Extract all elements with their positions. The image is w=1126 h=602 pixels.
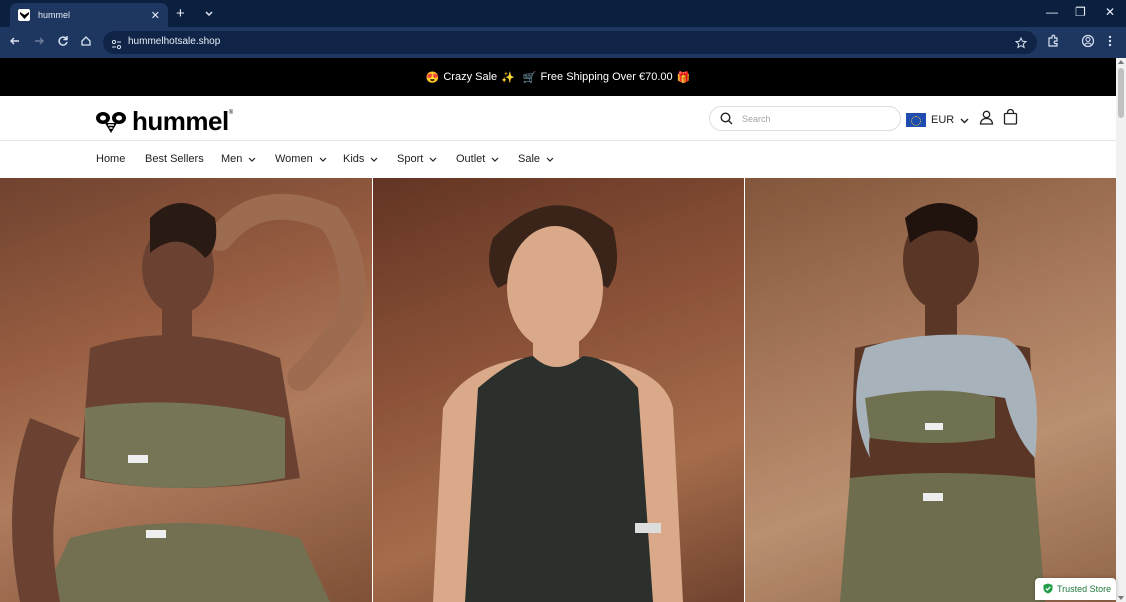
scrollbar-thumb[interactable]: [1118, 68, 1124, 118]
shipping-text: Free Shipping Over €70.00: [540, 71, 673, 83]
search-icon[interactable]: [720, 112, 733, 130]
trusted-store-label: Trusted Store: [1057, 584, 1112, 594]
tab-title: hummel: [38, 10, 71, 20]
menu-item-label: Sport: [397, 153, 424, 165]
trusted-store-badge[interactable]: Trusted Store: [1035, 578, 1116, 600]
menu-item-kids[interactable]: Kids: [343, 153, 378, 165]
account-icon[interactable]: [979, 110, 994, 130]
cart-emoji: 🛒: [522, 71, 537, 84]
chevron-down-icon: [248, 157, 256, 162]
menu-item-home[interactable]: Home: [96, 153, 125, 165]
search-box[interactable]: [709, 106, 901, 131]
model-silhouette: [0, 178, 372, 602]
menu-item-label: Kids: [343, 153, 365, 165]
logo-wordmark: hummel: [132, 106, 229, 136]
home-icon[interactable]: [80, 35, 92, 50]
currency-code: EUR: [931, 114, 955, 126]
profile-icon[interactable]: [1081, 34, 1095, 53]
chevron-down-icon: [960, 111, 969, 129]
browser-tab[interactable]: hummel ✕: [10, 3, 168, 27]
close-window-button[interactable]: ✕: [1105, 5, 1115, 19]
model-silhouette: [373, 178, 744, 602]
hero-photo-woman-jacket-tied[interactable]: [745, 178, 1116, 602]
new-tab-button[interactable]: +: [176, 5, 185, 22]
shield-check-icon: [1043, 583, 1053, 596]
main-menu: Home Best Sellers Men Women Kids Sport O…: [0, 141, 1116, 178]
chevron-down-icon: [429, 157, 437, 162]
back-arrow-icon[interactable]: [9, 35, 21, 50]
browser-tab-bar: hummel ✕ + — ❐ ✕: [0, 0, 1126, 27]
sale-text: Crazy Sale: [443, 71, 498, 83]
menu-item-sale[interactable]: Sale: [518, 153, 554, 165]
hero-photo-woman-sports-bra[interactable]: [0, 178, 372, 602]
currency-selector[interactable]: EUR: [906, 111, 969, 129]
menu-item-label: Sale: [518, 153, 541, 165]
extensions-icon[interactable]: [1046, 34, 1060, 53]
address-bar[interactable]: hummelhotsale.shop: [103, 31, 1037, 54]
menu-item-label: Outlet: [456, 153, 486, 165]
menu-item-label: Home: [96, 153, 126, 165]
url-text: hummelhotsale.shop: [128, 36, 221, 47]
eu-flag-icon: [906, 113, 926, 127]
scroll-up-icon[interactable]: [1118, 60, 1124, 64]
site-settings-icon[interactable]: [111, 37, 122, 55]
menu-item-label: Men: [221, 153, 243, 165]
chevron-down-icon: [491, 157, 499, 162]
cart-bag-icon[interactable]: [1003, 108, 1018, 130]
menu-item-men[interactable]: Men: [221, 153, 256, 165]
menu-item-label: Women: [275, 153, 313, 165]
menu-item-label: Best Sellers: [145, 153, 204, 165]
browser-menu-icon[interactable]: [1106, 34, 1114, 53]
restore-button[interactable]: ❐: [1075, 5, 1086, 19]
hero-banner[interactable]: [0, 178, 1116, 602]
browser-toolbar: hummelhotsale.shop: [0, 27, 1126, 58]
reload-icon[interactable]: [57, 35, 69, 50]
menu-item-sport[interactable]: Sport: [397, 153, 437, 165]
scroll-down-icon[interactable]: [1118, 596, 1124, 600]
menu-item-best-sellers[interactable]: Best Sellers: [145, 153, 204, 165]
forward-arrow-icon[interactable]: [33, 35, 45, 50]
chevron-down-icon: [370, 157, 378, 162]
chevron-down-icon: [546, 157, 554, 162]
hummel-favicon-icon: [18, 9, 30, 21]
menu-item-women[interactable]: Women: [275, 153, 327, 165]
gift-emoji: 🎁: [676, 71, 691, 84]
search-input[interactable]: [742, 110, 892, 128]
registered-mark: ®: [228, 109, 234, 116]
sparkle-emoji: ✨: [501, 71, 515, 84]
bee-logo-icon: [96, 111, 126, 133]
heart-eyes-emoji: 😍: [425, 71, 440, 84]
tab-list-chevron-icon[interactable]: [204, 6, 214, 24]
model-silhouette: [745, 178, 1116, 602]
bookmark-star-icon[interactable]: [1014, 36, 1028, 54]
site-header: hummel ® EUR: [0, 96, 1116, 141]
chevron-down-icon: [319, 157, 327, 162]
hummel-logo[interactable]: hummel ®: [95, 106, 233, 137]
announcement-bar: 😍 Crazy Sale ✨ 🛒 Free Shipping Over €70.…: [0, 58, 1116, 96]
menu-item-outlet[interactable]: Outlet: [456, 153, 499, 165]
minimize-button[interactable]: —: [1046, 5, 1058, 19]
page-scrollbar[interactable]: [1116, 58, 1126, 602]
tab-close-icon[interactable]: ✕: [151, 9, 160, 22]
hero-photo-man-tank-top[interactable]: [373, 178, 744, 602]
